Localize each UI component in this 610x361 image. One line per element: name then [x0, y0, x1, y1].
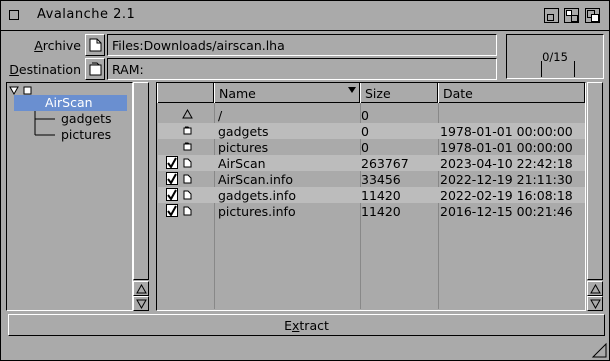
- row-date: 1978-01-01 00:00:00: [440, 140, 573, 155]
- progress-indicator: 0/15: [506, 34, 604, 79]
- checkmark-icon: [167, 157, 177, 168]
- directory-tree[interactable]: AirScan gadgets pictures: [6, 82, 133, 311]
- row-date: 2022-02-19 16:08:18: [440, 188, 573, 203]
- drawer-icon: [89, 62, 102, 76]
- tree-item-root[interactable]: AirScan: [45, 95, 93, 110]
- title-bar[interactable]: Avalanche 2.1: [1, 1, 609, 31]
- archive-file-requester-button[interactable]: [85, 34, 105, 56]
- parent-arrow-icon: [182, 109, 193, 119]
- zoom-icon[interactable]: [564, 8, 579, 23]
- archive-path-field[interactable]: Files:Downloads/airscan.lha: [107, 34, 497, 56]
- row-name: gadgets.info: [218, 188, 296, 203]
- depth-icon[interactable]: [585, 8, 600, 23]
- row-size: 33456: [361, 172, 401, 187]
- row-checkbox[interactable]: [166, 172, 178, 185]
- checkmark-icon: [167, 205, 177, 216]
- sort-descending-icon: [348, 87, 356, 93]
- tree-item-pictures[interactable]: pictures: [61, 127, 111, 142]
- row-date: 2022-12-19 21:11:30: [440, 172, 573, 187]
- row-name: AirScan.info: [218, 172, 293, 187]
- file-list[interactable]: Name Size Date / 0 gadgets 0 1978-01-01 …: [156, 82, 586, 311]
- file-icon: [183, 174, 192, 184]
- row-checkbox[interactable]: [166, 156, 178, 169]
- resize-handle-icon[interactable]: [590, 341, 608, 359]
- list-scroll-down-button[interactable]: [587, 296, 603, 311]
- row-size: 0: [361, 108, 369, 123]
- destination-path-field[interactable]: RAM:: [107, 58, 497, 80]
- checkmark-icon: [167, 173, 177, 184]
- list-scroll-knob[interactable]: [587, 82, 603, 280]
- list-row[interactable]: AirScan 263767 2023-04-10 22:42:18: [158, 155, 585, 171]
- row-checkbox[interactable]: [166, 188, 178, 201]
- row-size: 11420: [361, 188, 401, 203]
- column-header-date[interactable]: Date: [438, 83, 585, 103]
- window-title: Avalanche 2.1: [37, 7, 136, 22]
- close-window-icon[interactable]: [9, 10, 19, 20]
- extract-button[interactable]: Extract: [8, 314, 605, 336]
- list-row[interactable]: pictures 0 1978-01-01 00:00:00: [158, 139, 585, 155]
- row-date: 2023-04-10 22:42:18: [440, 156, 573, 171]
- progress-bar: [541, 61, 575, 77]
- file-icon: [89, 38, 102, 52]
- archive-label: Archive: [34, 38, 81, 53]
- destination-label: Destination: [9, 62, 81, 77]
- row-name: AirScan: [218, 156, 266, 171]
- file-icon: [183, 190, 192, 200]
- list-header: Name Size Date: [157, 83, 585, 103]
- destination-drawer-requester-button[interactable]: [85, 58, 105, 80]
- row-checkbox[interactable]: [166, 204, 178, 217]
- file-icon: [183, 158, 192, 168]
- list-scrollbar[interactable]: [587, 82, 603, 311]
- list-scroll-up-button[interactable]: [587, 281, 603, 296]
- arrow-down-icon: [590, 299, 601, 309]
- tree-scroll-up-button[interactable]: [133, 281, 149, 296]
- row-name: pictures: [218, 140, 269, 155]
- checkmark-icon: [167, 189, 177, 200]
- row-date: 1978-01-01 00:00:00: [440, 124, 573, 139]
- drawer-icon: [183, 126, 192, 135]
- column-header-select[interactable]: [157, 83, 214, 103]
- list-row[interactable]: pictures.info 11420 2016-12-15 00:21:46: [158, 203, 585, 219]
- column-header-name[interactable]: Name: [214, 83, 360, 103]
- row-name: /: [218, 108, 223, 123]
- row-size: 11420: [361, 204, 401, 219]
- row-size: 263767: [361, 156, 409, 171]
- tree-item-gadgets[interactable]: gadgets: [61, 111, 112, 126]
- app-window: Avalanche 2.1 Archive Files:Downloads/ai…: [0, 0, 610, 361]
- row-date: 2016-12-15 00:21:46: [440, 204, 573, 219]
- row-size: 0: [361, 140, 369, 155]
- list-row[interactable]: AirScan.info 33456 2022-12-19 21:11:30: [158, 171, 585, 187]
- arrow-up-icon: [136, 284, 147, 294]
- drawer-icon: [183, 142, 192, 151]
- arrow-down-icon: [136, 299, 147, 309]
- tree-scroll-knob[interactable]: [133, 82, 149, 280]
- file-icon: [183, 206, 192, 216]
- iconify-icon[interactable]: [544, 8, 559, 23]
- list-row-parent[interactable]: / 0: [158, 107, 585, 123]
- tree-scrollbar[interactable]: [133, 82, 149, 311]
- row-size: 0: [361, 124, 369, 139]
- column-header-size[interactable]: Size: [360, 83, 438, 103]
- arrow-up-icon: [590, 284, 601, 294]
- tree-scroll-down-button[interactable]: [133, 296, 149, 311]
- list-row[interactable]: gadgets 0 1978-01-01 00:00:00: [158, 123, 585, 139]
- list-row[interactable]: gadgets.info 11420 2022-02-19 16:08:18: [158, 187, 585, 203]
- row-name: pictures.info: [218, 204, 296, 219]
- row-name: gadgets: [218, 124, 269, 139]
